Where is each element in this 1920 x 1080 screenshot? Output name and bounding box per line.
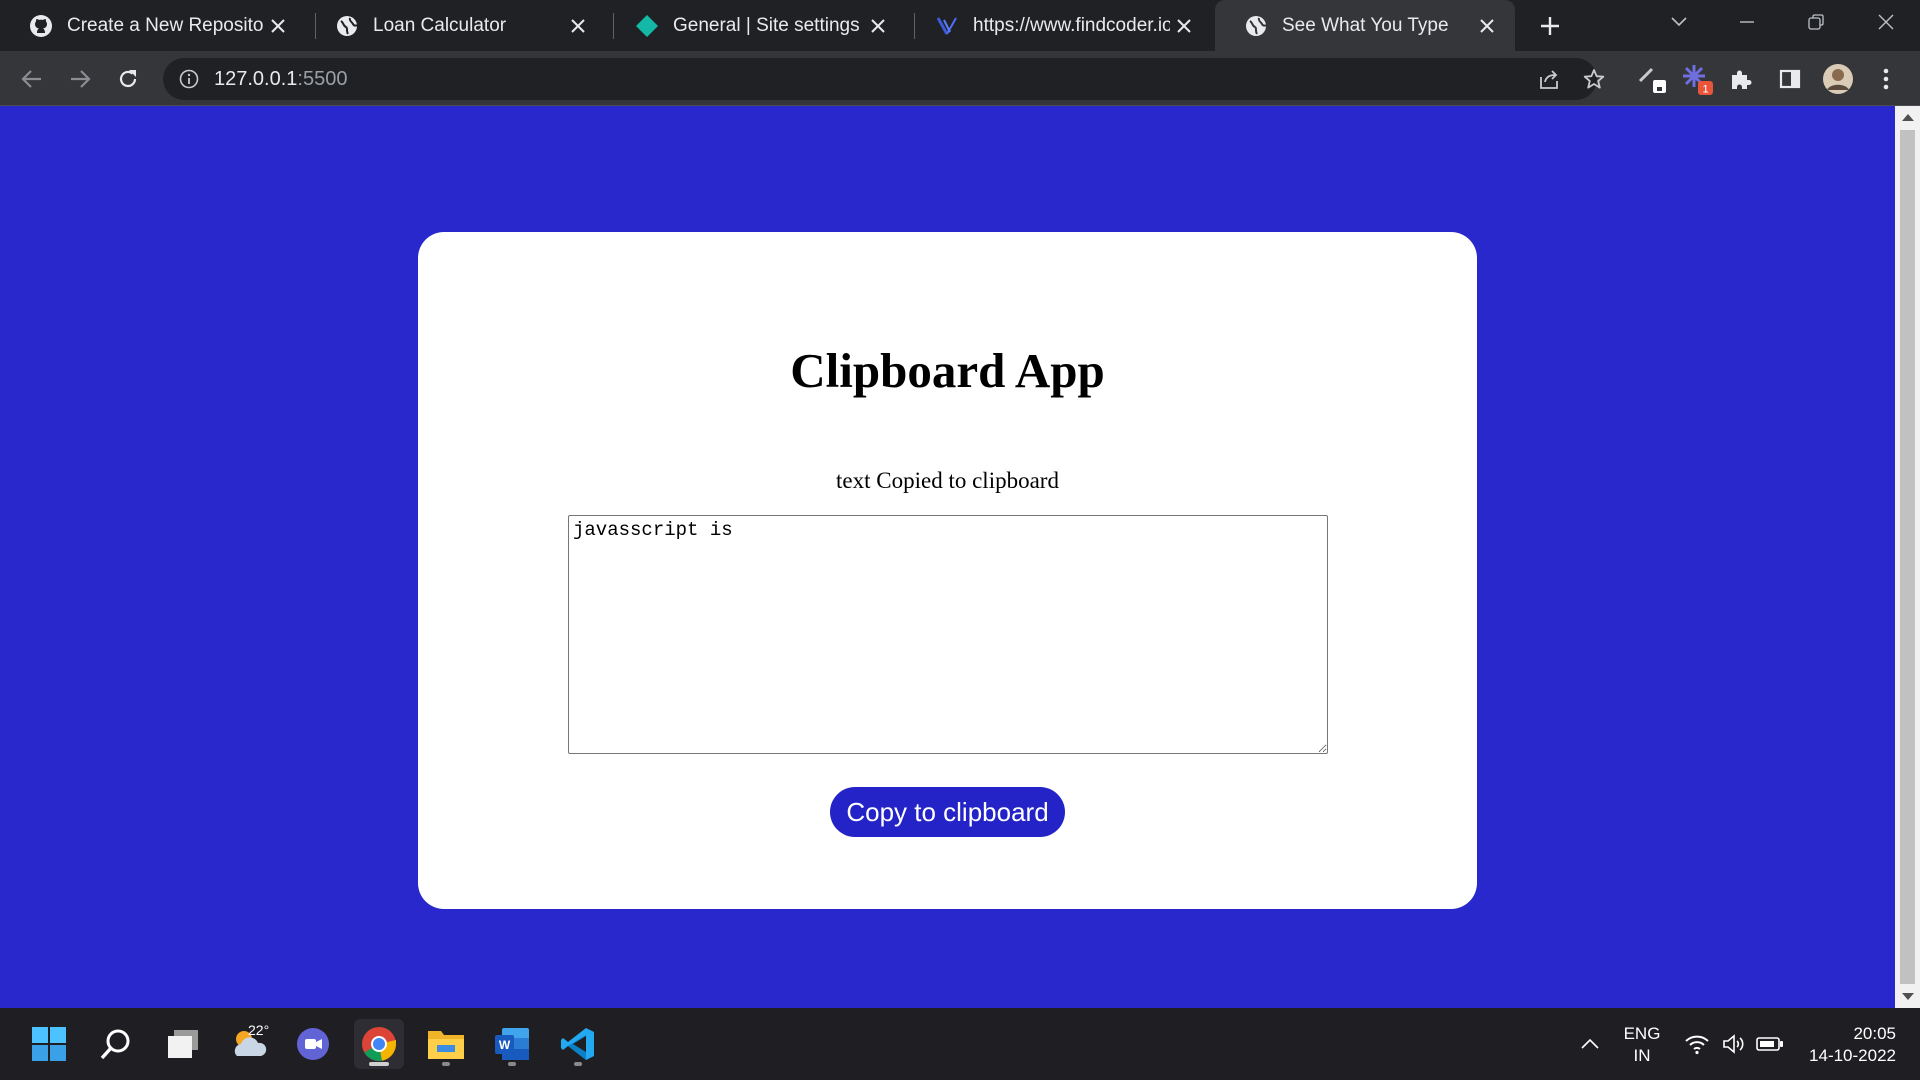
battery-icon[interactable] xyxy=(1745,1019,1795,1069)
url-port: :5500 xyxy=(297,68,348,90)
tab-loan-calculator[interactable]: Loan Calculator xyxy=(306,0,606,51)
globe-icon xyxy=(1244,14,1268,38)
show-hidden-icons-chevron-icon[interactable] xyxy=(1565,1019,1615,1069)
input-language[interactable]: ENG IN xyxy=(1617,1023,1667,1067)
active-app-indicator xyxy=(369,1062,389,1066)
close-tab-icon[interactable] xyxy=(864,12,892,40)
clock-time: 20:05 xyxy=(1853,1024,1896,1043)
close-tab-icon[interactable] xyxy=(1170,12,1198,40)
site-info-icon[interactable] xyxy=(177,67,201,91)
reload-icon[interactable] xyxy=(110,61,146,97)
vscode-icon[interactable] xyxy=(553,1019,603,1069)
findcoder-icon xyxy=(935,14,959,38)
page-title: Clipboard App xyxy=(790,343,1105,398)
language-region: IN xyxy=(1633,1046,1651,1065)
extensions-puzzle-icon[interactable] xyxy=(1723,61,1759,97)
windows-start-icon[interactable] xyxy=(24,1019,74,1069)
page-viewport: Clipboard App text Copied to clipboard C… xyxy=(0,106,1895,1008)
clock-date: 14-10-2022 xyxy=(1809,1046,1896,1065)
tab-title: See What You Type xyxy=(1282,14,1449,36)
close-tab-icon[interactable] xyxy=(264,12,292,40)
globe-icon xyxy=(335,14,359,38)
extension-badge-count: 1 xyxy=(1702,84,1708,96)
tab-title: Create a New Repository xyxy=(67,14,264,36)
text-input-area[interactable] xyxy=(568,515,1328,754)
bookmark-star-icon[interactable] xyxy=(1580,65,1608,93)
browser-menu-icon[interactable] xyxy=(1868,61,1904,97)
word-icon[interactable]: W xyxy=(487,1019,537,1069)
tab-see-what-you-type[interactable]: See What You Type xyxy=(1215,0,1515,51)
back-arrow-icon[interactable] xyxy=(14,61,50,97)
address-bar[interactable]: 127.0.0.1:5500 xyxy=(163,58,1605,100)
tab-findcoder[interactable]: https://www.findcoder.io/ xyxy=(906,0,1212,51)
scroll-up-arrow-icon[interactable] xyxy=(1902,114,1914,121)
new-tab-button[interactable] xyxy=(1534,10,1566,42)
system-clock[interactable]: 20:05 14-10-2022 xyxy=(1796,1023,1896,1067)
profile-avatar[interactable] xyxy=(1820,61,1856,97)
restore-icon[interactable] xyxy=(1788,0,1844,44)
weather-temperature: 22° xyxy=(248,1022,270,1038)
browser-toolbar: 127.0.0.1:5500 1 xyxy=(0,51,1920,106)
chrome-taskbar-icon[interactable] xyxy=(354,1019,404,1069)
open-app-indicator xyxy=(508,1062,516,1066)
svg-text:W: W xyxy=(499,1038,511,1052)
minimize-icon[interactable] xyxy=(1719,0,1775,44)
diamond-icon xyxy=(635,14,659,38)
url-text: 127.0.0.1:5500 xyxy=(214,68,347,91)
task-view-icon[interactable] xyxy=(158,1019,208,1069)
side-panel-icon[interactable] xyxy=(1772,61,1808,97)
tab-search-chevron-icon[interactable] xyxy=(1651,0,1707,44)
tab-site-settings[interactable]: General | Site settings xyxy=(606,0,906,51)
open-app-indicator xyxy=(442,1062,450,1066)
github-icon xyxy=(29,14,53,38)
close-tab-icon[interactable] xyxy=(564,12,592,40)
tab-title: Loan Calculator xyxy=(373,14,507,36)
windows-taskbar: 22° W ENG IN 20:05 14-10-2022 xyxy=(0,1008,1920,1080)
close-window-icon[interactable] xyxy=(1858,0,1914,44)
forward-arrow-icon[interactable] xyxy=(62,61,98,97)
tab-title: https://www.findcoder.io/ xyxy=(973,14,1170,36)
clipboard-card: Clipboard App text Copied to clipboard C… xyxy=(418,232,1477,909)
scroll-down-arrow-icon[interactable] xyxy=(1902,993,1914,1000)
tab-strip: Create a New Repository Loan Calculator … xyxy=(0,0,1920,51)
close-tab-icon[interactable] xyxy=(1473,12,1501,40)
asterisk-extension-icon[interactable]: 1 xyxy=(1679,61,1715,97)
share-icon[interactable] xyxy=(1535,65,1563,93)
teams-chat-icon[interactable] xyxy=(288,1019,338,1069)
open-app-indicator xyxy=(574,1062,582,1066)
tab-title: General | Site settings xyxy=(673,14,860,36)
language-code: ENG xyxy=(1623,1024,1661,1043)
url-host: 127.0.0.1 xyxy=(214,68,298,90)
page-scrollbar[interactable] xyxy=(1895,106,1920,1008)
file-explorer-icon[interactable] xyxy=(421,1019,471,1069)
scrollbar-thumb[interactable] xyxy=(1900,130,1915,984)
tab-create-repository[interactable]: Create a New Repository xyxy=(0,0,306,51)
copy-status-text: text Copied to clipboard xyxy=(836,468,1059,493)
copy-to-clipboard-button[interactable]: Copy to clipboard xyxy=(830,787,1065,837)
search-icon[interactable] xyxy=(91,1019,141,1069)
pen-extension-icon[interactable] xyxy=(1634,61,1670,97)
